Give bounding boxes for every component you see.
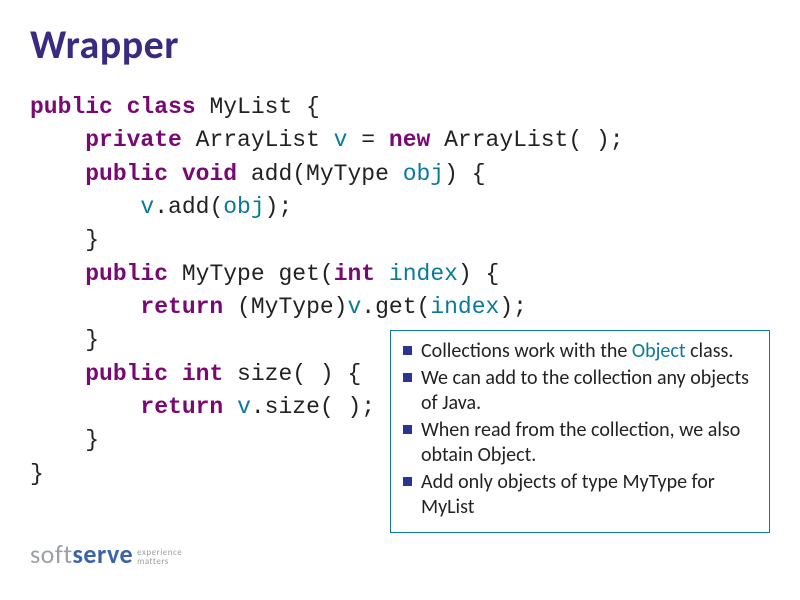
- code-token: }: [30, 461, 44, 487]
- code-token: [375, 261, 389, 287]
- code-token: v: [140, 194, 154, 220]
- code-token: [30, 327, 85, 353]
- code-token: return: [140, 394, 223, 420]
- code-token: MyType get(: [168, 261, 334, 287]
- code-token: private: [85, 127, 182, 153]
- code-token: obj: [403, 161, 444, 187]
- code-token: }: [85, 327, 99, 353]
- code-token: .get(: [361, 294, 430, 320]
- code-token: (MyType): [223, 294, 347, 320]
- code-token: }: [85, 227, 99, 253]
- code-token: v: [347, 294, 361, 320]
- bullet-item: We can add to the collection any objects…: [401, 366, 759, 416]
- slide: Wrapper public class MyList { private Ar…: [0, 0, 800, 600]
- code-token: );: [265, 194, 293, 220]
- code-token: [223, 394, 237, 420]
- code-token: new: [389, 127, 430, 153]
- code-token: [30, 427, 85, 453]
- bullet-list: Collections work with the Object class. …: [401, 339, 759, 520]
- code-token: }: [85, 427, 99, 453]
- bullet-item: Add only objects of type MyType for MyLi…: [401, 470, 759, 520]
- bullet-text: class.: [686, 339, 734, 363]
- code-token: );: [499, 294, 527, 320]
- code-token: public: [85, 261, 168, 287]
- bullet-text: Add only objects of type MyType for MyLi…: [421, 470, 715, 519]
- code-token: obj: [223, 194, 264, 220]
- code-token: [30, 161, 85, 187]
- code-token: ArrayList( );: [430, 127, 623, 153]
- code-token: [30, 261, 85, 287]
- bullet-text: We can add to the collection any objects…: [421, 366, 749, 415]
- code-token: public class: [30, 94, 196, 120]
- code-token: [30, 294, 140, 320]
- code-token: MyList {: [196, 94, 320, 120]
- code-token: public int: [85, 361, 223, 387]
- code-token: .add(: [154, 194, 223, 220]
- bullet-item: Collections work with the Object class.: [401, 339, 759, 364]
- code-token: =: [347, 127, 388, 153]
- code-token: index: [389, 261, 458, 287]
- slide-title: Wrapper: [30, 20, 770, 69]
- code-token: size( ) {: [223, 361, 361, 387]
- logo-tagline: experiencematters: [137, 548, 182, 566]
- code-token: [30, 227, 85, 253]
- code-token: ) {: [444, 161, 485, 187]
- code-token: v: [334, 127, 348, 153]
- bullet-text: When read from the collection, we also o…: [421, 418, 740, 467]
- code-token: [30, 194, 140, 220]
- bullet-text: Object: [632, 339, 686, 363]
- code-token: v: [237, 394, 251, 420]
- code-token: public void: [85, 161, 237, 187]
- logo-soft: soft: [30, 538, 73, 570]
- callout-box: Collections work with the Object class. …: [390, 330, 770, 533]
- code-token: ArrayList: [182, 127, 334, 153]
- code-token: ) {: [458, 261, 499, 287]
- code-token: [30, 361, 85, 387]
- code-token: int: [334, 261, 375, 287]
- code-token: add(MyType: [237, 161, 403, 187]
- logo-serve: serve: [73, 538, 134, 570]
- bullet-item: When read from the collection, we also o…: [401, 418, 759, 468]
- code-token: [30, 394, 140, 420]
- code-token: .size( );: [251, 394, 375, 420]
- code-token: [30, 127, 85, 153]
- bullet-text: Collections work with the: [421, 339, 632, 363]
- softserve-logo: softserveexperiencematters: [30, 538, 182, 570]
- code-token: index: [430, 294, 499, 320]
- code-token: return: [140, 294, 223, 320]
